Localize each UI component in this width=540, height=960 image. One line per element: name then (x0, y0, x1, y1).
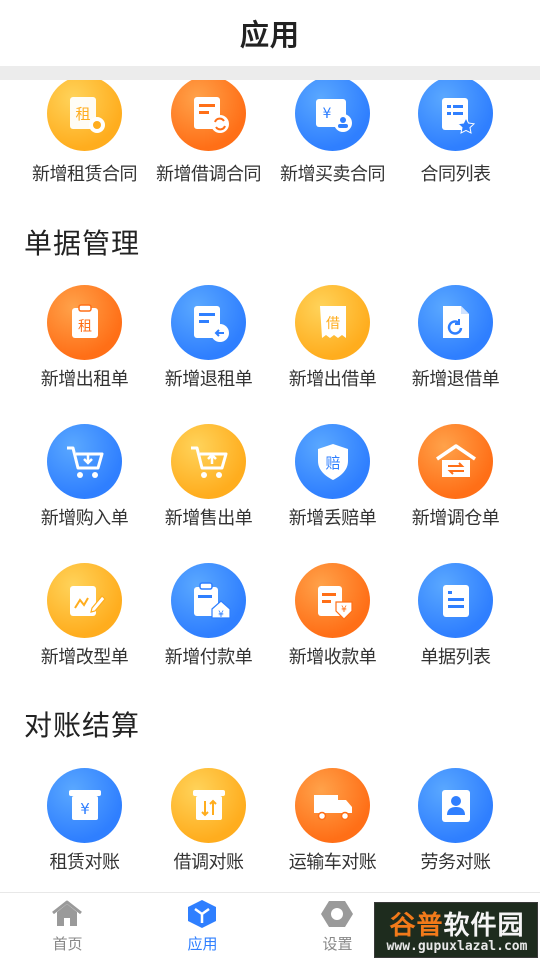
sell-cart-icon (171, 424, 246, 499)
labor-reconcile-button[interactable]: 劳务对账 (388, 768, 523, 878)
warehouse-transfer-icon (418, 424, 493, 499)
tab-apps[interactable]: 应用 (135, 893, 270, 960)
truck-reconcile-button[interactable]: 运输车对账 (265, 768, 400, 878)
add-borrow-contract-button[interactable]: 新增借调合同 (141, 80, 276, 188)
grid-item-label: 新增改型单 (40, 647, 129, 668)
receipt-icon: ¥ (295, 563, 370, 638)
watermark-brand-b: 软件园 (443, 911, 525, 941)
grid-item-label: 新增调仓单 (411, 508, 500, 529)
lend-return-icon (418, 285, 493, 360)
svg-text:赔: 赔 (325, 454, 340, 472)
grid-item-label: 新增出租单 (40, 369, 129, 390)
page-title: 应用 (239, 18, 300, 52)
svg-text:¥: ¥ (341, 605, 347, 615)
grid-item-label: 新增出借单 (288, 369, 377, 390)
add-receipt-button[interactable]: ¥ 新增收款单 (265, 563, 400, 673)
purchase-cart-icon (47, 424, 122, 499)
add-sale-contract-button[interactable]: ¥ 新增买卖合同 (265, 80, 400, 188)
grid-item-label: 新增收款单 (288, 647, 377, 668)
grid-item-label: 合同列表 (420, 164, 492, 185)
home-icon (50, 899, 84, 929)
modify-type-icon (47, 563, 122, 638)
grid-item-label: 劳务对账 (420, 852, 492, 873)
document-list-button[interactable]: 单据列表 (388, 563, 523, 673)
add-lend-return-button[interactable]: 新增退借单 (388, 285, 523, 395)
grid-item-label: 新增丢赔单 (288, 508, 377, 529)
header-divider (0, 66, 540, 80)
add-loss-compensation-button[interactable]: 赔 新增丢赔单 (265, 424, 400, 534)
sale-contract-icon: ¥ (295, 80, 370, 151)
svg-text:¥: ¥ (322, 106, 331, 122)
tab-apps-label: 应用 (187, 935, 218, 953)
svg-text:租: 租 (78, 319, 92, 335)
add-lend-out-button[interactable]: 借 新增出借单 (265, 285, 400, 395)
grid-item-label: 新增退租单 (164, 369, 253, 390)
contract-list-button[interactable]: 合同列表 (388, 80, 523, 188)
truck-reconcile-icon (295, 768, 370, 843)
add-sell-button[interactable]: 新增售出单 (141, 424, 276, 534)
contract-list-icon (418, 80, 493, 151)
grid-item-label: 新增售出单 (164, 508, 253, 529)
add-purchase-button[interactable]: 新增购入单 (17, 424, 152, 534)
loss-compensation-icon: 赔 (295, 424, 370, 499)
lend-out-icon: 借 (295, 285, 370, 360)
cube-icon (185, 899, 219, 929)
borrow-reconcile-icon (171, 768, 246, 843)
document-list-icon (418, 563, 493, 638)
grid-item-label: 新增租赁合同 (32, 164, 138, 185)
contracts-row: 租 新增租赁合同 新增借调合同 ¥ 新增买卖合同 合同列表 (0, 80, 540, 190)
app-content[interactable]: 租 新增租赁合同 新增借调合同 ¥ 新增买卖合同 合同列表 单据管理 租 新增出… (0, 80, 540, 892)
watermark-logo: 谷普软件园 www.gupuxlazal.com (374, 902, 538, 958)
add-rent-contract-button[interactable]: 租 新增租赁合同 (17, 80, 152, 188)
settlement-section-title: 对账结算 (24, 709, 141, 742)
watermark-url: www.gupuxlazal.com (386, 939, 528, 954)
documents-row-2: 新增购入单 新增售出单 赔 新增丢赔单 新增调仓单 (0, 424, 540, 534)
add-modify-type-button[interactable]: 新增改型单 (17, 563, 152, 673)
documents-section-title: 单据管理 (24, 227, 141, 260)
tab-home[interactable]: 首页 (0, 893, 135, 960)
grid-item-label: 新增借调合同 (156, 164, 262, 185)
grid-item-label: 单据列表 (420, 647, 492, 668)
grid-item-label: 借调对账 (173, 852, 245, 873)
documents-row-1: 租 新增出租单 新增退租单 借 新增出借单 新增退借单 (0, 285, 540, 395)
grid-item-label: 新增买卖合同 (280, 164, 386, 185)
documents-row-3: 新增改型单 ¥ 新增付款单 ¥ 新增收款单 单据列表 (0, 563, 540, 673)
settlement-row: ¥ 租赁对账 借调对账 运输车对账 劳务对账 (0, 768, 540, 878)
rent-contract-icon: 租 (47, 80, 122, 151)
watermark-brand-a: 谷普 (389, 911, 444, 941)
grid-item-label: 新增购入单 (40, 508, 129, 529)
svg-text:¥: ¥ (218, 610, 224, 620)
add-warehouse-transfer-button[interactable]: 新增调仓单 (388, 424, 523, 534)
svg-text:借: 借 (326, 316, 340, 332)
grid-item-label: 租赁对账 (49, 852, 121, 873)
add-rent-return-button[interactable]: 新增退租单 (141, 285, 276, 395)
rent-return-icon (171, 285, 246, 360)
borrow-reconcile-button[interactable]: 借调对账 (141, 768, 276, 878)
gear-icon (320, 899, 354, 929)
svg-text:¥: ¥ (80, 800, 90, 818)
add-rent-out-button[interactable]: 租 新增出租单 (17, 285, 152, 395)
svg-text:租: 租 (75, 105, 90, 123)
watermark-brand: 谷普软件园 (375, 905, 539, 942)
grid-item-label: 运输车对账 (288, 852, 377, 873)
add-payment-button[interactable]: ¥ 新增付款单 (141, 563, 276, 673)
app-header: 应用 (0, 0, 540, 66)
borrow-contract-icon (171, 80, 246, 151)
payment-icon: ¥ (171, 563, 246, 638)
grid-item-label: 新增退借单 (411, 369, 500, 390)
labor-reconcile-icon (418, 768, 493, 843)
grid-item-label: 新增付款单 (164, 647, 253, 668)
rent-out-icon: 租 (47, 285, 122, 360)
rent-reconcile-button[interactable]: ¥ 租赁对账 (17, 768, 152, 878)
tab-home-label: 首页 (52, 935, 83, 953)
rent-reconcile-icon: ¥ (47, 768, 122, 843)
